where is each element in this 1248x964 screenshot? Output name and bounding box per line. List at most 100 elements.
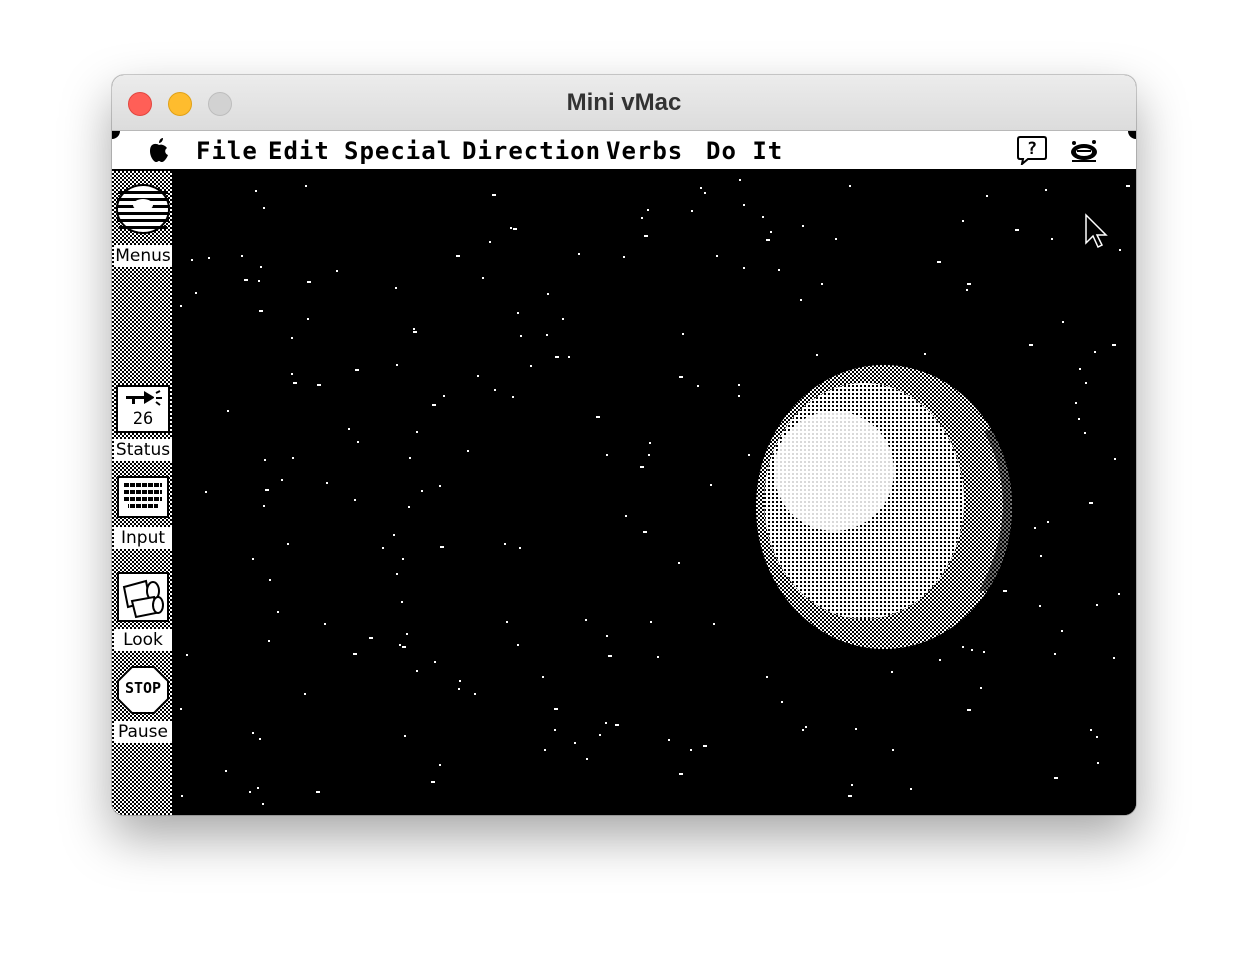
star <box>458 688 460 690</box>
star <box>260 266 262 268</box>
star <box>848 795 852 797</box>
star <box>710 484 712 486</box>
star <box>1061 630 1063 632</box>
menu-special[interactable]: Special <box>344 131 452 169</box>
menu-direction[interactable]: Direction <box>462 131 601 169</box>
star <box>262 803 264 805</box>
binoculars-icon[interactable] <box>116 571 170 623</box>
star <box>291 337 293 339</box>
star <box>910 788 912 790</box>
star <box>568 356 570 358</box>
menus-globe-icon[interactable] <box>116 183 170 239</box>
look-label[interactable]: Look <box>114 629 172 651</box>
status-label[interactable]: Status <box>114 439 172 461</box>
star <box>971 649 973 651</box>
star <box>544 749 546 751</box>
star <box>439 764 441 766</box>
star <box>679 376 683 378</box>
keyboard-icon[interactable] <box>116 475 170 519</box>
star <box>1045 189 1047 191</box>
star <box>1090 729 1092 731</box>
star <box>241 255 243 257</box>
star <box>1047 521 1049 523</box>
star <box>802 225 804 227</box>
star <box>547 293 549 295</box>
star <box>648 454 650 456</box>
star <box>762 216 764 218</box>
status-value: 26 <box>132 409 154 429</box>
star <box>456 255 460 257</box>
star <box>1039 605 1041 607</box>
star <box>494 389 496 391</box>
menu-file[interactable]: File <box>196 131 258 169</box>
star <box>939 659 941 661</box>
star <box>1034 527 1036 529</box>
star <box>326 482 328 484</box>
star <box>770 231 772 233</box>
star <box>700 187 702 189</box>
star <box>434 661 436 663</box>
star <box>482 277 484 279</box>
mini-vmac-window: Mini vMac File Edit Special Direction Ve… <box>112 75 1136 815</box>
application-icon[interactable] <box>1068 137 1100 165</box>
menu-edit[interactable]: Edit <box>268 131 330 169</box>
star <box>517 312 519 314</box>
star <box>1113 657 1115 659</box>
help-balloon-icon[interactable]: ? <box>1016 135 1048 165</box>
apple-icon[interactable] <box>148 137 170 163</box>
star <box>252 732 254 734</box>
star <box>641 217 643 219</box>
star <box>205 491 207 493</box>
star <box>492 194 496 196</box>
star <box>401 601 403 603</box>
star <box>408 506 410 508</box>
star <box>258 280 260 282</box>
star <box>980 687 982 689</box>
star <box>259 310 263 312</box>
star <box>519 547 521 549</box>
star <box>546 334 548 336</box>
star <box>690 749 692 751</box>
star <box>1097 762 1099 764</box>
star <box>644 235 648 237</box>
star <box>255 190 257 192</box>
star <box>395 287 397 289</box>
star <box>287 543 289 545</box>
star <box>574 742 576 744</box>
space-scene[interactable] <box>174 171 1136 815</box>
star <box>1112 344 1116 346</box>
star <box>816 354 818 356</box>
pause-label[interactable]: Pause <box>114 721 172 743</box>
menu-do-it[interactable]: Do It <box>706 131 783 169</box>
star <box>682 333 684 335</box>
star <box>181 795 183 797</box>
input-label[interactable]: Input <box>114 527 172 549</box>
star <box>1078 418 1080 420</box>
star <box>605 722 607 724</box>
star <box>513 228 517 230</box>
star <box>474 693 476 695</box>
star <box>307 281 311 283</box>
star <box>716 255 718 257</box>
star <box>443 395 445 397</box>
title-bar[interactable]: Mini vMac <box>112 75 1136 131</box>
star <box>467 450 469 452</box>
stop-sign-icon[interactable]: STOP <box>116 665 170 715</box>
star <box>1094 351 1096 353</box>
star <box>892 749 894 751</box>
star <box>225 770 227 772</box>
star <box>554 708 558 710</box>
star <box>244 279 248 281</box>
star <box>1085 382 1087 384</box>
menus-label[interactable]: Menus <box>114 245 172 267</box>
status-icon[interactable]: 26 <box>116 385 170 433</box>
star <box>316 791 320 793</box>
star <box>855 728 857 730</box>
star <box>578 253 580 255</box>
star <box>324 623 326 625</box>
star <box>517 644 519 646</box>
star <box>180 708 182 710</box>
menu-verbs[interactable]: Verbs <box>606 131 683 169</box>
window-title: Mini vMac <box>566 89 682 116</box>
star <box>748 454 750 456</box>
